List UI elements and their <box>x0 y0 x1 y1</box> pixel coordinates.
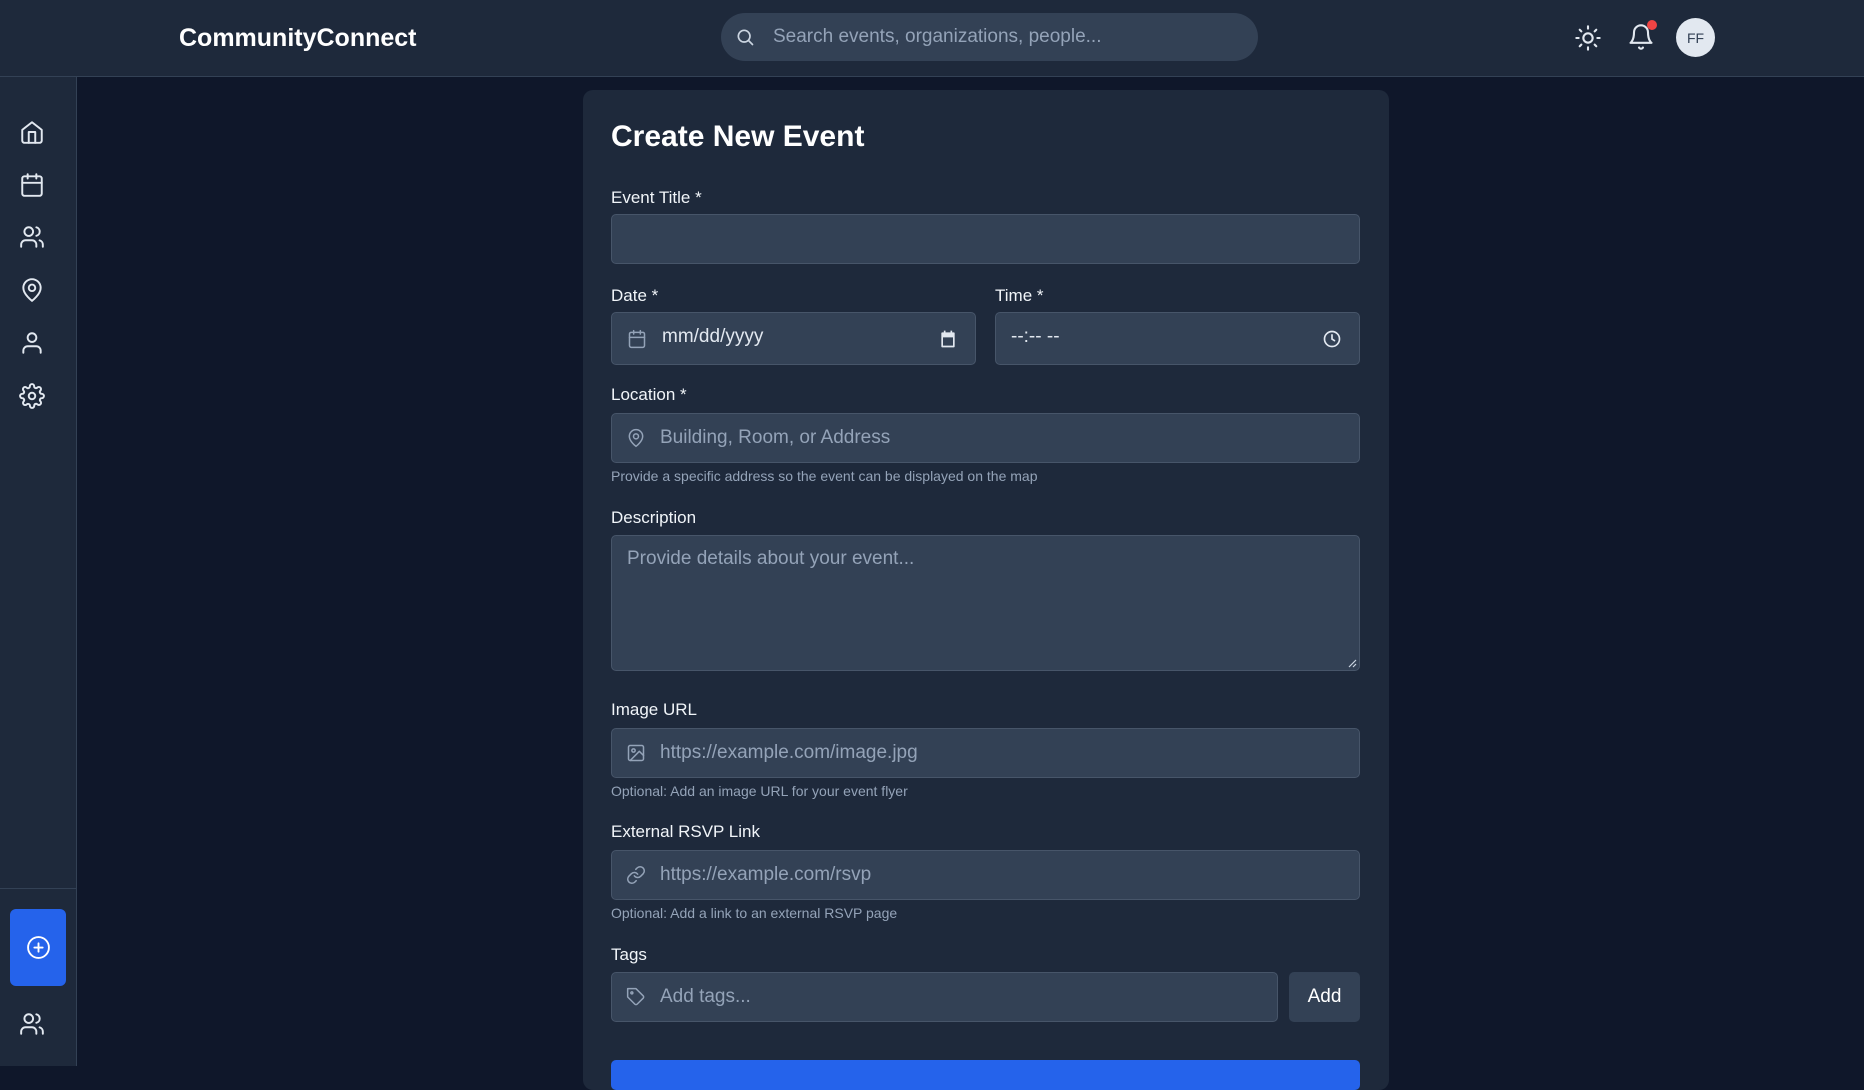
location-label: Location * <box>611 385 687 404</box>
top-bar: CommunityConnect FF <box>0 0 1864 77</box>
location-hint: Provide a specific address so the event … <box>611 468 1038 484</box>
time-label: Time * <box>995 286 1044 305</box>
time-field[interactable]: --:-- -- <box>995 312 1360 365</box>
rsvp-input[interactable] <box>660 851 1350 899</box>
search-bar[interactable] <box>721 13 1258 61</box>
tags-label: Tags <box>611 945 647 964</box>
tag-icon <box>626 987 645 1006</box>
rsvp-field[interactable] <box>611 850 1360 900</box>
plus-circle-icon <box>27 936 50 959</box>
time-input[interactable]: --:-- -- <box>1011 326 1060 348</box>
map-pin-icon <box>628 428 644 448</box>
description-field[interactable] <box>611 535 1360 671</box>
page-title: Create New Event <box>611 120 865 153</box>
map-pin-icon[interactable] <box>19 277 45 303</box>
resize-handle-icon[interactable] <box>1347 658 1357 668</box>
avatar[interactable]: FF <box>1676 18 1715 57</box>
create-event-button[interactable] <box>10 909 66 986</box>
date-label: Date * <box>611 286 659 305</box>
sun-icon[interactable] <box>1574 24 1602 52</box>
tags-input[interactable] <box>660 973 1270 1021</box>
submit-button[interactable] <box>611 1060 1360 1090</box>
add-tag-button[interactable]: Add <box>1289 972 1360 1022</box>
notification-badge <box>1647 20 1657 30</box>
brand-logo[interactable]: CommunityConnect <box>179 24 417 53</box>
user-icon[interactable] <box>19 330 45 356</box>
calendar-picker-icon[interactable] <box>938 329 958 349</box>
tags-field[interactable] <box>611 972 1278 1022</box>
image-url-input[interactable] <box>660 729 1350 777</box>
description-textarea[interactable] <box>627 548 1342 658</box>
rsvp-label: External RSVP Link <box>611 822 760 841</box>
event-title-input[interactable] <box>626 215 1346 263</box>
rsvp-hint: Optional: Add a link to an external RSVP… <box>611 905 898 921</box>
users-icon[interactable] <box>19 1011 45 1037</box>
search-icon <box>737 29 754 46</box>
image-icon <box>627 744 645 762</box>
home-icon[interactable] <box>19 119 45 145</box>
date-input[interactable]: mm/dd/yyyy <box>662 326 763 348</box>
users-icon[interactable] <box>19 224 45 250</box>
image-url-field[interactable] <box>611 728 1360 778</box>
image-url-hint: Optional: Add an image URL for your even… <box>611 783 908 799</box>
sidebar-divider <box>0 888 76 889</box>
date-field[interactable]: mm/dd/yyyy <box>611 312 976 365</box>
description-label: Description <box>611 508 697 527</box>
create-event-form: Create New Event Event Title * Date * mm… <box>583 90 1389 1090</box>
event-title-field[interactable] <box>611 214 1360 264</box>
event-title-label: Event Title * <box>611 188 702 207</box>
gear-icon[interactable] <box>19 383 45 409</box>
image-url-label: Image URL <box>611 700 697 719</box>
clock-icon[interactable] <box>1322 329 1342 349</box>
sidebar <box>0 77 77 1066</box>
link-icon <box>626 865 646 885</box>
calendar-icon[interactable] <box>19 172 45 198</box>
calendar-icon <box>628 329 646 349</box>
location-input[interactable] <box>660 414 1350 462</box>
location-field[interactable] <box>611 413 1360 463</box>
search-input[interactable] <box>773 13 1243 61</box>
